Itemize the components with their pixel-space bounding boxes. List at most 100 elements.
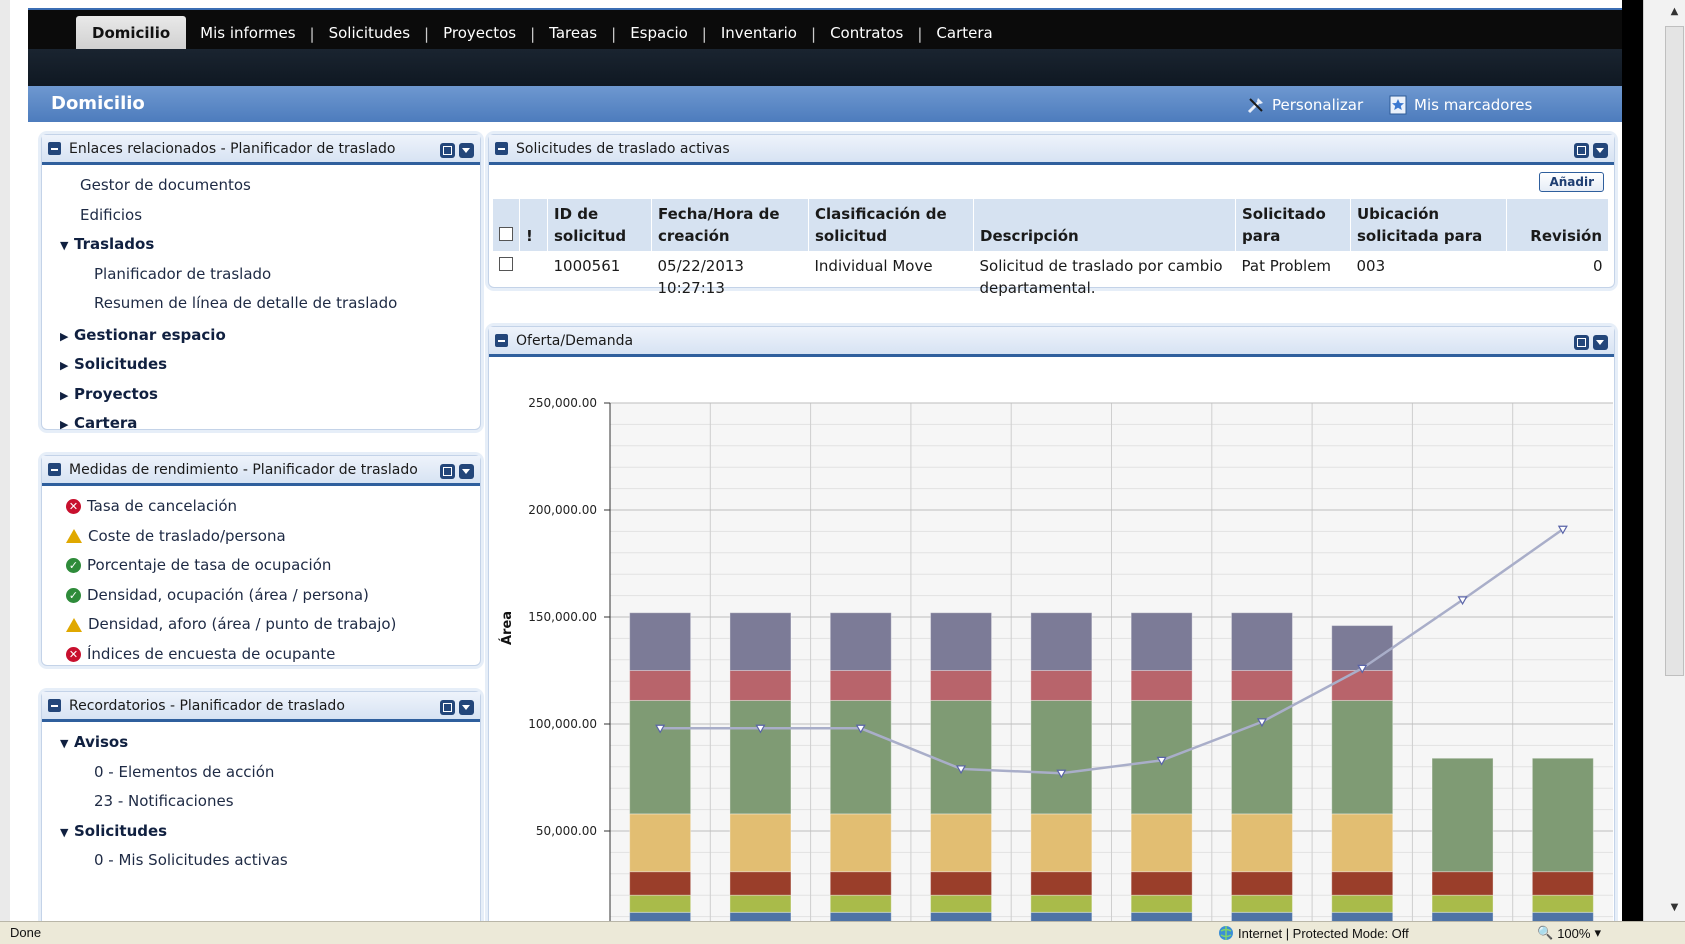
collapse-icon[interactable]	[48, 463, 61, 476]
tab-domicilio[interactable]: Domicilio	[76, 16, 187, 51]
bar-segment	[1331, 813, 1394, 873]
bar-segment	[1230, 813, 1293, 873]
select-all-header[interactable]	[493, 199, 520, 251]
kpi-item[interactable]: Coste de traslado/persona	[42, 522, 480, 552]
kpi-item[interactable]: ✕ Índices de encuesta de ocupante	[42, 640, 480, 670]
check-icon: ✓	[66, 587, 81, 603]
tab-proyectos[interactable]: Proyectos	[429, 16, 530, 51]
collapse-icon[interactable]	[48, 699, 61, 712]
bar-segment	[829, 670, 892, 701]
tree-link[interactable]: 23 - Notificaciones	[42, 787, 480, 817]
tree-group[interactable]: ▶ Proyectos	[42, 380, 480, 410]
collapse-arrow-icon[interactable]: ▼	[60, 231, 74, 261]
collapse-arrow-icon[interactable]: ▼	[60, 729, 74, 759]
row-checkbox[interactable]	[499, 257, 513, 271]
zoom-control[interactable]: 🔍 100% ▾	[1537, 925, 1601, 941]
tab-solicitudes[interactable]: Solicitudes	[315, 16, 424, 51]
bar-segment	[1230, 871, 1293, 896]
column-header[interactable]: Revisión	[1506, 199, 1609, 251]
request-id-cell[interactable]: 1000561	[548, 251, 652, 303]
expand-arrow-icon[interactable]: ▶	[60, 410, 74, 440]
column-header[interactable]: Solicitado para	[1235, 199, 1351, 251]
bar-segment	[1030, 612, 1093, 671]
performance-list: ✕ Tasa de cancelación Coste de traslado/pe…	[42, 486, 480, 669]
bar-segment	[1331, 670, 1394, 701]
vertical-scrollbar[interactable]: ▲ ▼	[1643, 0, 1685, 921]
panel-menu-icon[interactable]	[1593, 143, 1608, 158]
kpi-item[interactable]: Densidad, aforo (área / punto de trabajo…	[42, 610, 480, 640]
maximize-icon[interactable]	[1574, 143, 1589, 158]
column-header[interactable]: Descripción	[973, 199, 1236, 251]
bookmarks-button[interactable]: Mis marcadores	[1388, 95, 1532, 115]
tree-group[interactable]: ▶ Solicitudes	[42, 350, 480, 380]
column-header[interactable]: Clasificación de solicitud	[808, 199, 974, 251]
tree-group[interactable]: ▼ Solicitudes	[42, 817, 480, 847]
kpi-label: Coste de traslado/persona	[88, 526, 286, 545]
panel-menu-icon[interactable]	[1593, 335, 1608, 350]
kpi-item[interactable]: ✓ Densidad, ocupación (área / persona)	[42, 581, 480, 611]
expand-arrow-icon[interactable]: ▶	[60, 351, 74, 381]
panel-menu-icon[interactable]	[459, 464, 474, 479]
tab-espacio[interactable]: Espacio	[616, 16, 702, 51]
tree-group[interactable]: ▶ Gestionar espacio	[42, 321, 480, 351]
personalize-button[interactable]: Personalizar	[1246, 95, 1363, 115]
expand-arrow-icon[interactable]: ▶	[60, 381, 74, 411]
maximize-icon[interactable]	[440, 700, 455, 715]
tree-group[interactable]: ▼ Traslados	[42, 230, 480, 260]
personalize-label: Personalizar	[1272, 96, 1364, 114]
scroll-up-icon[interactable]: ▲	[1665, 2, 1684, 22]
maximize-icon[interactable]	[1574, 335, 1589, 350]
tree-link[interactable]: Planificador de traslado	[42, 260, 480, 290]
maximize-icon[interactable]	[440, 143, 455, 158]
tree-link[interactable]: 0 - Elementos de acción	[42, 758, 480, 788]
kpi-item[interactable]: ✕ Tasa de cancelación	[42, 492, 480, 522]
expand-arrow-icon[interactable]: ▶	[60, 322, 74, 352]
bar-segment	[1230, 670, 1293, 701]
collapse-arrow-icon[interactable]: ▼	[60, 818, 74, 848]
collapse-icon[interactable]	[495, 334, 508, 347]
tab-cartera[interactable]: Cartera	[922, 16, 1006, 51]
tab-mis-informes[interactable]: Mis informes	[186, 16, 309, 51]
panel-menu-icon[interactable]	[459, 143, 474, 158]
tab-contratos[interactable]: Contratos	[816, 16, 917, 51]
bar-segment	[930, 911, 993, 921]
link-label: 23 - Notificaciones	[94, 792, 234, 810]
bar-segment	[1130, 813, 1193, 873]
column-header[interactable]: Ubicación solicitada para	[1350, 199, 1507, 251]
tree-link[interactable]: Resumen de línea de detalle de traslado	[42, 289, 480, 319]
scroll-down-icon[interactable]: ▼	[1665, 898, 1684, 918]
kpi-label: Índices de encuesta de ocupante	[87, 644, 336, 663]
bar-segment	[729, 911, 792, 921]
tree-link[interactable]: Gestor de documentos	[42, 171, 480, 201]
page-header: Domicilio Personalizar Mis marcadores	[28, 86, 1632, 122]
column-header[interactable]: ID de solicitud	[547, 199, 652, 251]
requested-for-cell: Pat Problem	[1241, 257, 1332, 275]
bar-segment	[829, 871, 892, 896]
tree-link[interactable]: 0 - Mis Solicitudes activas	[42, 846, 480, 876]
reminders-panel: Recordatorios - Planificador de traslado…	[41, 691, 481, 921]
column-header[interactable]: Fecha/Hora de creación	[651, 199, 809, 251]
select-all-checkbox[interactable]	[499, 227, 513, 241]
add-button[interactable]: Añadir	[1539, 172, 1604, 192]
scroll-thumb[interactable]	[1665, 26, 1684, 676]
tab-tareas[interactable]: Tareas	[535, 16, 611, 51]
kpi-item[interactable]: ✓ Porcentaje de tasa de ocupación	[42, 551, 480, 581]
collapse-icon[interactable]	[48, 142, 61, 155]
tree-group[interactable]: ▶ Cartera	[42, 409, 480, 439]
panel-menu-icon[interactable]	[459, 700, 474, 715]
table-row[interactable]: 1000561 05/22/2013 10:27:13 Individual M…	[493, 251, 1609, 303]
maximize-icon[interactable]	[440, 464, 455, 479]
column-header[interactable]: !	[519, 199, 548, 251]
check-icon: ✓	[66, 558, 81, 574]
bar-segment	[1030, 911, 1093, 921]
tree-link[interactable]: Edificios	[42, 201, 480, 231]
bar-segment	[829, 612, 892, 671]
bookmarks-label: Mis marcadores	[1414, 96, 1533, 114]
collapse-icon[interactable]	[495, 142, 508, 155]
bar-segment	[1431, 871, 1494, 896]
zoom-dropdown-icon[interactable]: ▾	[1594, 925, 1601, 941]
tab-inventario[interactable]: Inventario	[707, 16, 811, 51]
row-select-cell[interactable]	[493, 251, 520, 303]
top-navigation: Domicilio Mis informes | Solicitudes | Proyec…	[28, 8, 1632, 51]
tree-group[interactable]: ▼ Avisos	[42, 728, 480, 758]
